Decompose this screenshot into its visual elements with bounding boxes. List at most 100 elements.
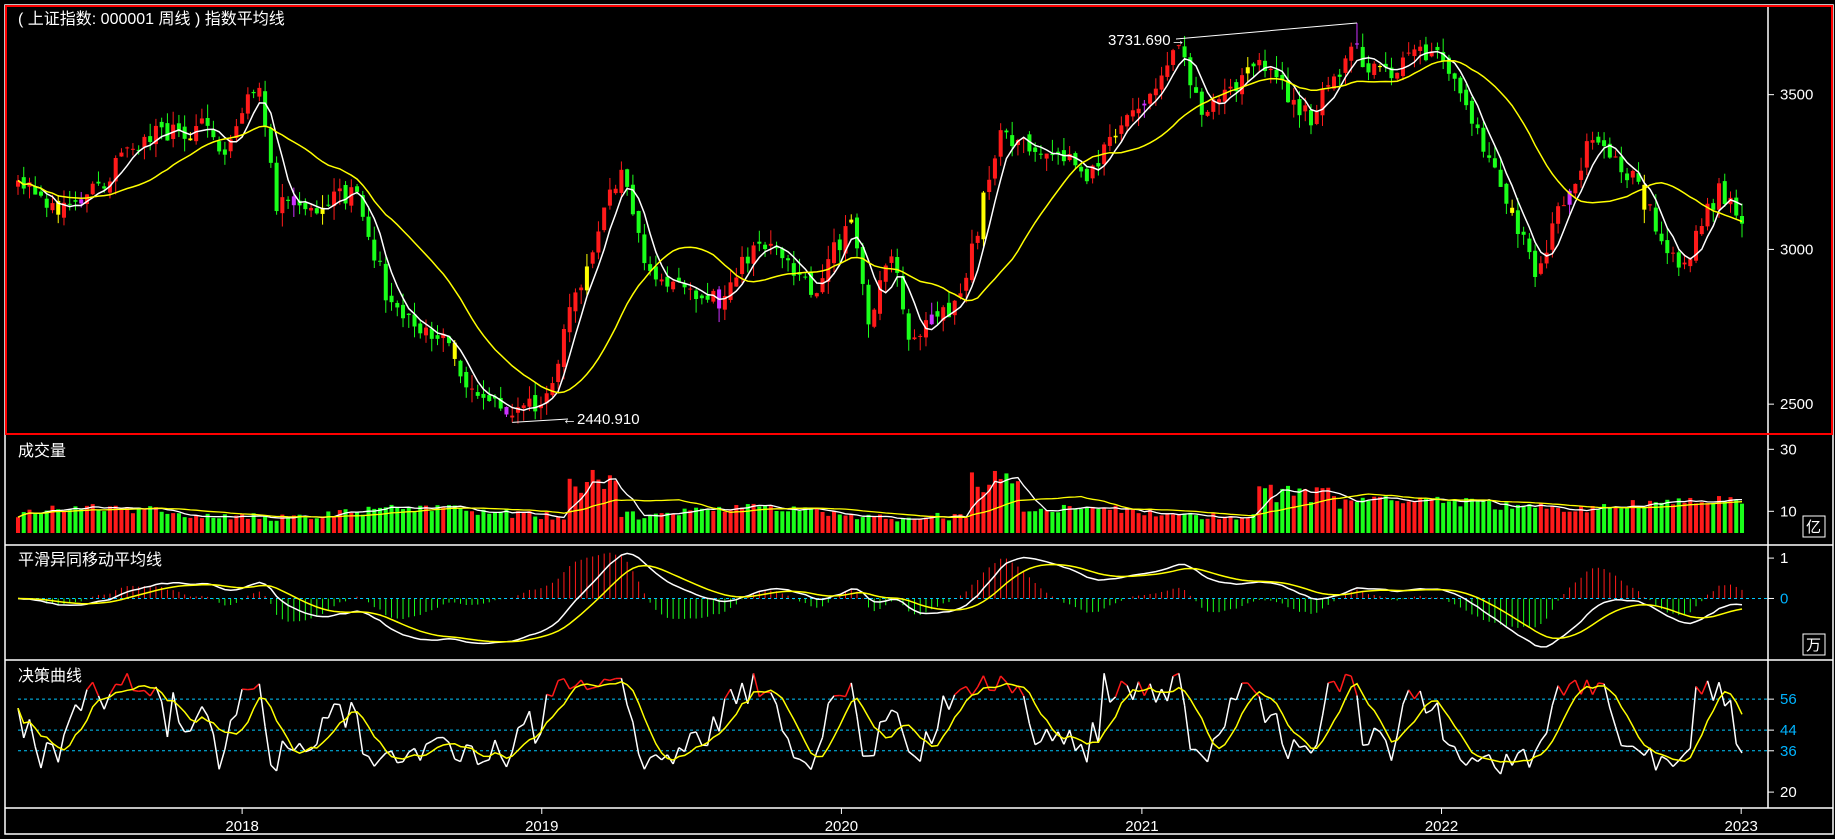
volume-bar[interactable] [217, 518, 222, 533]
candle-body[interactable] [1469, 100, 1474, 124]
candle-body[interactable] [487, 395, 492, 401]
volume-bar[interactable] [1314, 487, 1319, 533]
candle-body[interactable] [1004, 130, 1009, 133]
candle-body[interactable] [378, 260, 383, 262]
candle-body[interactable] [1142, 103, 1147, 106]
candle-body[interactable] [607, 189, 612, 206]
candle-body[interactable] [832, 242, 837, 264]
volume-bar[interactable] [1286, 485, 1291, 533]
candle-body[interactable] [964, 277, 969, 291]
volume-bar[interactable] [492, 512, 497, 533]
volume-bar[interactable] [79, 508, 84, 533]
candle-body[interactable] [688, 288, 693, 290]
volume-bar[interactable] [946, 520, 951, 533]
volume-bar[interactable] [320, 518, 325, 533]
volume-bar[interactable] [1245, 517, 1250, 533]
volume-bar[interactable] [96, 510, 101, 533]
volume-bar[interactable] [602, 488, 607, 533]
volume-bar[interactable] [969, 472, 974, 533]
volume-bar[interactable] [1125, 507, 1130, 533]
volume-bar[interactable] [130, 513, 135, 533]
candle-body[interactable] [906, 313, 911, 340]
candle-body[interactable] [406, 313, 411, 316]
volume-bar[interactable] [613, 480, 618, 533]
volume-bar[interactable] [1556, 508, 1561, 533]
volume-bar[interactable] [1096, 508, 1101, 533]
candle-body[interactable] [872, 309, 877, 327]
volume-bar[interactable] [964, 518, 969, 533]
volume-bar[interactable] [1510, 508, 1515, 533]
volume-bar[interactable] [636, 519, 641, 533]
candle-body[interactable] [1458, 77, 1463, 94]
candle-body[interactable] [211, 129, 216, 138]
candle-body[interactable] [1119, 125, 1124, 134]
volume-bar[interactable] [406, 507, 411, 533]
candle-body[interactable] [814, 293, 819, 297]
candle-body[interactable] [38, 191, 43, 196]
candle-body[interactable] [763, 244, 768, 250]
candle-body[interactable] [1498, 169, 1503, 187]
candle-body[interactable] [1360, 46, 1365, 68]
volume-bar[interactable] [1607, 507, 1612, 533]
volume-bar[interactable] [676, 515, 681, 533]
candle-body[interactable] [217, 141, 222, 152]
candle-body[interactable] [1395, 72, 1400, 79]
volume-bar[interactable] [774, 510, 779, 533]
candle-body[interactable] [1297, 99, 1302, 116]
candle-body[interactable] [159, 121, 164, 128]
volume-bar[interactable] [567, 478, 572, 533]
volume-bar[interactable] [1475, 501, 1480, 533]
volume-bar[interactable] [768, 506, 773, 533]
volume-bar[interactable] [1676, 498, 1681, 533]
volume-bar[interactable] [1360, 497, 1365, 533]
volume-bar[interactable] [1320, 488, 1325, 533]
volume-bar[interactable] [1395, 501, 1400, 533]
volume-bar[interactable] [1027, 511, 1032, 533]
volume-bar[interactable] [33, 513, 38, 533]
volume-bar[interactable] [797, 510, 802, 533]
candle-body[interactable] [1659, 233, 1664, 242]
candle-body[interactable] [1010, 135, 1015, 147]
volume-bar[interactable] [1343, 499, 1348, 533]
candle-body[interactable] [981, 192, 986, 240]
candle-body[interactable] [1584, 141, 1589, 168]
volume-bar[interactable] [843, 515, 848, 533]
candle-body[interactable] [257, 87, 262, 97]
volume-bar[interactable] [1682, 502, 1687, 533]
candle-body[interactable] [1602, 140, 1607, 147]
volume-bar[interactable] [1544, 508, 1549, 533]
candle-body[interactable] [1630, 170, 1635, 178]
volume-bar[interactable] [1056, 512, 1061, 533]
candle-body[interactable] [1739, 216, 1745, 224]
volume-bar[interactable] [1044, 510, 1049, 533]
candle-body[interactable] [1038, 153, 1043, 155]
candle-body[interactable] [1308, 109, 1314, 126]
candle-body[interactable] [1400, 57, 1405, 77]
volume-bar[interactable] [814, 507, 819, 533]
volume-bar[interactable] [1107, 509, 1112, 533]
volume-bar[interactable] [527, 511, 532, 533]
candle-body[interactable] [1194, 87, 1199, 93]
volume-bar[interactable] [1182, 513, 1187, 533]
volume-bar[interactable] [728, 510, 733, 533]
volume-bar[interactable] [303, 517, 308, 533]
volume-bar[interactable] [378, 507, 383, 533]
candle-body[interactable] [602, 207, 607, 231]
volume-bar[interactable] [820, 511, 825, 533]
volume-bar[interactable] [1630, 500, 1635, 533]
candle-body[interactable] [1222, 89, 1227, 102]
volume-bar[interactable] [803, 507, 808, 533]
candle-body[interactable] [1084, 168, 1089, 182]
volume-bar[interactable] [855, 519, 860, 533]
candle-body[interactable] [73, 200, 78, 202]
candle-body[interactable] [694, 290, 699, 300]
candle-body[interactable] [734, 277, 739, 287]
candle-body[interactable] [165, 123, 170, 141]
volume-bar[interactable] [56, 509, 61, 533]
volume-bar[interactable] [1636, 507, 1641, 533]
candle-body[interactable] [1711, 203, 1716, 210]
candle-body[interactable] [50, 203, 55, 211]
volume-bar[interactable] [1326, 487, 1331, 533]
candle-body[interactable] [475, 392, 480, 396]
volume-bar[interactable] [1550, 506, 1555, 533]
